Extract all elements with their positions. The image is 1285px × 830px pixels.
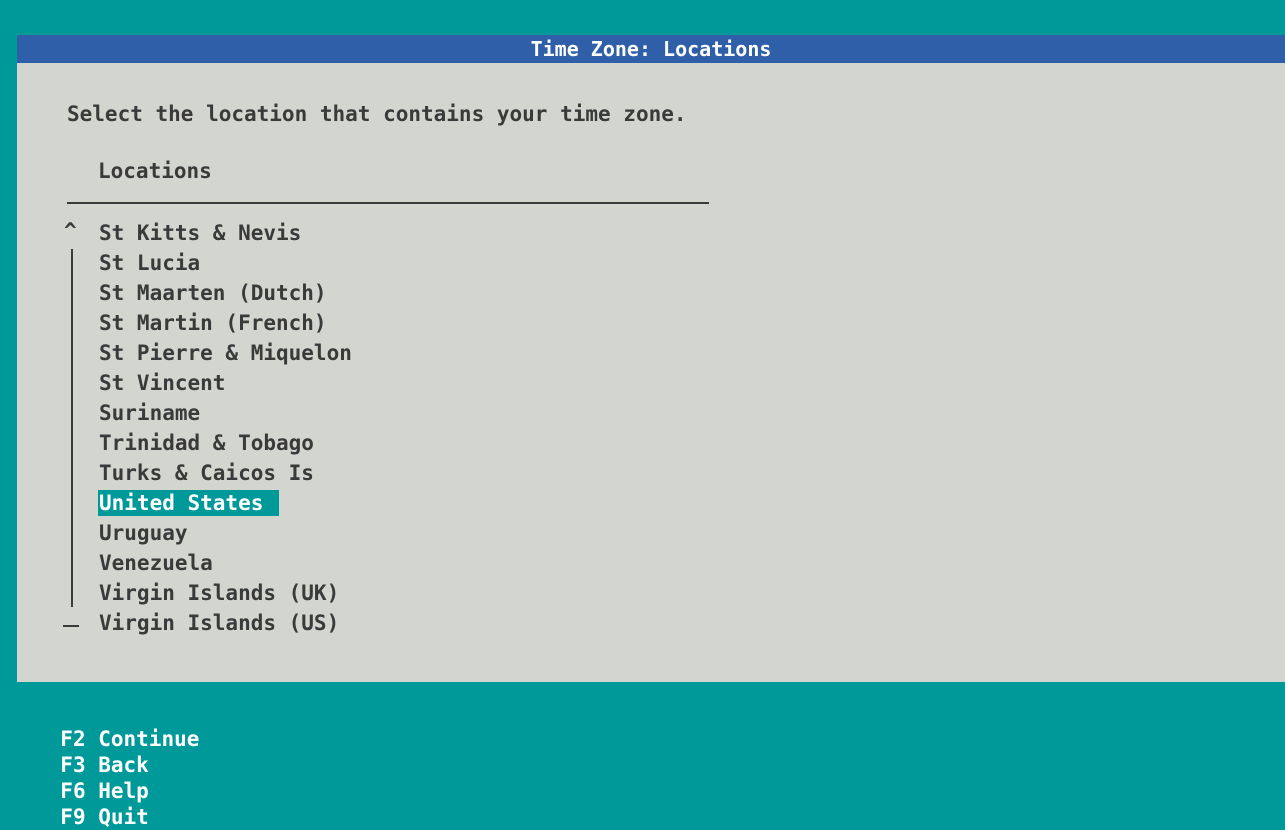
f2-continue-key[interactable]: F2 Continue bbox=[60, 727, 199, 751]
list-item[interactable]: St Maarten (Dutch) bbox=[98, 278, 353, 308]
dialog-prompt: Select the location that contains your t… bbox=[67, 102, 687, 126]
f6-help-key[interactable]: F6 Help bbox=[60, 779, 149, 803]
scrollbar-track[interactable] bbox=[71, 249, 73, 607]
list-item-label: St Martin (French) bbox=[99, 311, 327, 335]
list-item[interactable]: Trinidad & Tobago bbox=[98, 428, 353, 458]
list-item-label: St Pierre & Miquelon bbox=[99, 341, 352, 365]
list-item[interactable]: Uruguay bbox=[98, 518, 353, 548]
list-item-label: Suriname bbox=[99, 401, 201, 425]
list-item-label: Venezuela bbox=[99, 551, 213, 575]
function-key-bar: F2 Continue F3 Back F6 Help F9 Quit bbox=[35, 700, 227, 830]
list-item[interactable]: St Lucia bbox=[98, 248, 353, 278]
header-divider bbox=[67, 202, 709, 204]
list-item[interactable]: St Vincent bbox=[98, 368, 353, 398]
scroll-up-icon[interactable]: ^ bbox=[64, 218, 77, 244]
list-item-label: Trinidad & Tobago bbox=[99, 431, 314, 455]
list-item-label: United States bbox=[98, 490, 280, 516]
list-item[interactable]: Virgin Islands (US) bbox=[98, 608, 353, 638]
scrollbar-thumb[interactable] bbox=[63, 625, 79, 627]
list-item[interactable]: St Martin (French) bbox=[98, 308, 353, 338]
f9-quit-key[interactable]: F9 Quit bbox=[60, 805, 149, 829]
list-item-label: St Lucia bbox=[99, 251, 201, 275]
list-item[interactable]: St Kitts & Nevis bbox=[98, 218, 353, 248]
locations-list-header: Locations bbox=[98, 159, 212, 183]
list-item[interactable]: Virgin Islands (UK) bbox=[98, 578, 353, 608]
list-item[interactable]: St Pierre & Miquelon bbox=[98, 338, 353, 368]
time-zone-dialog: Time Zone: Locations Select the location… bbox=[17, 35, 1285, 682]
list-item-label: St Kitts & Nevis bbox=[99, 221, 302, 245]
list-item-label: Turks & Caicos Is bbox=[99, 461, 314, 485]
list-item[interactable]: Venezuela bbox=[98, 548, 353, 578]
list-item[interactable]: Suriname bbox=[98, 398, 353, 428]
f3-back-key[interactable]: F3 Back bbox=[60, 753, 149, 777]
list-item-label: St Maarten (Dutch) bbox=[99, 281, 327, 305]
list-item-label: Virgin Islands (UK) bbox=[99, 581, 340, 605]
list-item-selected[interactable]: United States bbox=[98, 488, 353, 518]
list-item-label: Virgin Islands (US) bbox=[99, 611, 340, 635]
dialog-title: Time Zone: Locations bbox=[17, 35, 1285, 63]
locations-list[interactable]: St Kitts & Nevis St Lucia St Maarten (Du… bbox=[98, 218, 353, 638]
list-item-label: Uruguay bbox=[99, 521, 188, 545]
list-item-label: St Vincent bbox=[99, 371, 226, 395]
list-item[interactable]: Turks & Caicos Is bbox=[98, 458, 353, 488]
